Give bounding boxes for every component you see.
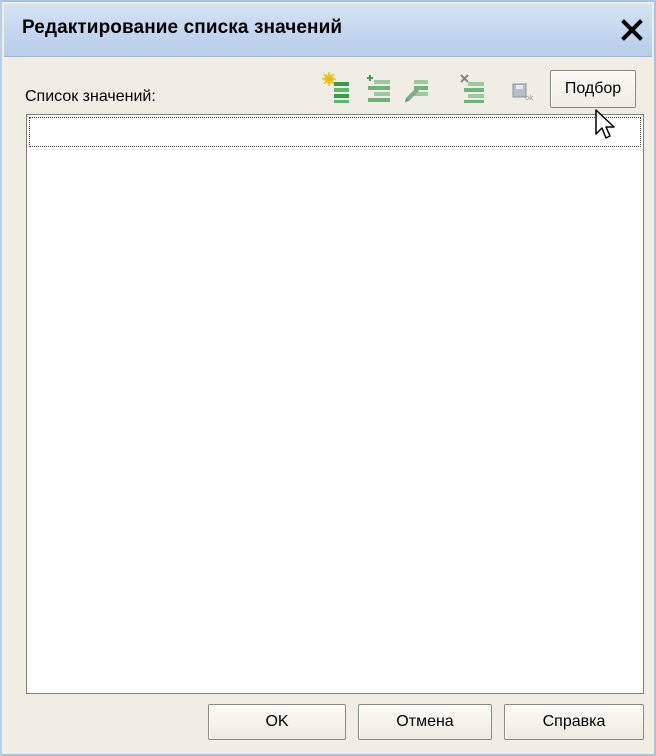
podbor-button[interactable]: Подбор <box>550 70 636 108</box>
list-item[interactable] <box>29 117 641 147</box>
save-ok-icon[interactable]: ok <box>510 72 540 106</box>
cancel-button[interactable]: Отмена <box>358 704 492 740</box>
edit-item-icon[interactable] <box>402 72 432 106</box>
delete-item-icon[interactable] <box>458 72 488 106</box>
window-title: Редактирование списка значений <box>22 17 343 38</box>
ok-button[interactable]: OK <box>208 704 346 740</box>
svg-text:ok: ok <box>525 94 534 102</box>
close-icon[interactable] <box>618 16 646 44</box>
title-bar[interactable]: Редактирование списка значений <box>4 4 652 57</box>
add-child-item-icon[interactable] <box>364 72 394 106</box>
list-label: Список значений: <box>25 88 156 105</box>
help-button[interactable]: Справка <box>504 704 644 740</box>
add-item-icon[interactable] <box>322 72 352 106</box>
values-list[interactable] <box>26 114 644 694</box>
dialog-window: Редактирование списка значений Список зн… <box>0 0 656 756</box>
